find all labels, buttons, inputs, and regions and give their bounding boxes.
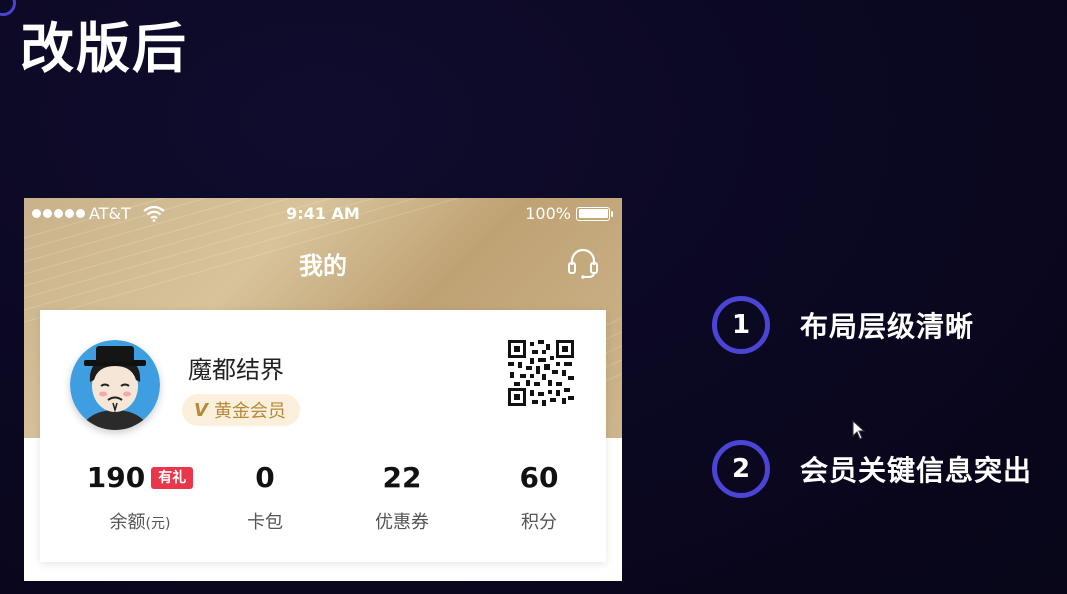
stat-balance[interactable]: 190 有礼 余额(元): [70, 460, 210, 534]
headset-icon[interactable]: [566, 246, 600, 280]
stat-value: 22: [382, 461, 422, 494]
nav-title: 我的: [299, 252, 347, 280]
stat-label: 积分: [521, 512, 557, 533]
slide-title: 改版后: [20, 17, 188, 80]
member-badge[interactable]: V 黄金会员: [182, 394, 300, 426]
status-bar: AT&T 9:41 AM 100%: [24, 198, 622, 228]
profile-card: 魔都结界 V 黄金会员 190 有礼 余额(元) 0 卡包 22 优惠券 60 …: [40, 310, 606, 562]
mouse-cursor-icon: [852, 420, 866, 440]
battery-percent: 100%: [525, 204, 571, 223]
stat-coupons[interactable]: 22 优惠券: [332, 460, 472, 534]
stat-cards[interactable]: 0 卡包: [195, 460, 335, 534]
point-text: 会员关键信息突出: [800, 454, 1033, 487]
stat-label: 优惠券: [375, 512, 429, 533]
member-level: 黄金会员: [213, 401, 286, 422]
stats-row: 190 有礼 余额(元) 0 卡包 22 优惠券 60 积分: [40, 460, 606, 550]
stat-label: 余额: [109, 512, 146, 533]
stat-label-unit: (元): [145, 516, 171, 532]
status-right: 100%: [525, 204, 613, 223]
point-text: 布局层级清晰: [800, 310, 975, 343]
stat-points[interactable]: 60 积分: [469, 460, 609, 534]
stat-value: 0: [255, 461, 275, 494]
stat-value: 190: [86, 461, 146, 494]
corner-decoration: [0, 0, 16, 16]
member-v-icon: V: [194, 399, 208, 421]
stat-label: 卡包: [247, 512, 283, 533]
point-2: 2 会员关键信息突出: [712, 440, 1032, 498]
point-number: 1: [712, 296, 770, 354]
phone-mockup: AT&T 9:41 AM 100% 我的 魔都结界 V 黄金会员 190 有礼 …: [24, 198, 622, 581]
avatar-image: [70, 340, 160, 430]
gift-tag: 有礼: [151, 467, 194, 489]
battery-icon: [576, 206, 613, 221]
point-number: 2: [712, 440, 770, 498]
slide: 改版后 AT&T 9:41 AM 100% 我的 魔都结界 V 黄金会员 190…: [0, 0, 1067, 594]
qr-code-icon[interactable]: [508, 340, 574, 406]
avatar[interactable]: [70, 340, 160, 430]
username: 魔都结界: [188, 356, 284, 384]
stat-value: 60: [519, 461, 559, 494]
point-1: 1 布局层级清晰: [712, 296, 974, 354]
